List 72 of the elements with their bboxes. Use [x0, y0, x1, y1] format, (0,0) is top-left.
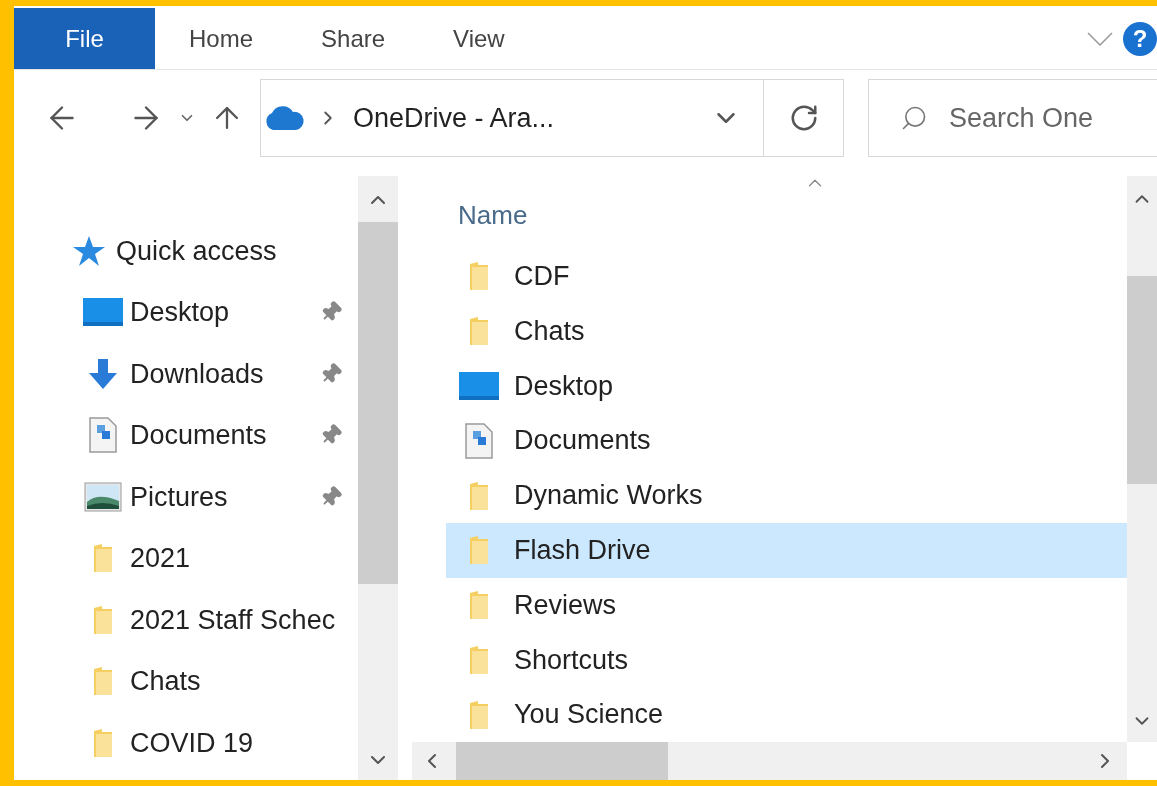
file-row[interactable]: Chats — [446, 303, 1127, 359]
document-icon — [88, 417, 118, 454]
down-arrow-icon — [86, 356, 120, 391]
file-row[interactable]: Shortcuts — [446, 632, 1127, 688]
file-name: Documents — [514, 424, 651, 458]
file-row[interactable]: You Science — [446, 687, 1127, 742]
folder-icon — [92, 666, 114, 697]
nav-item[interactable]: Pictures — [14, 466, 358, 528]
folder-icon — [468, 699, 490, 730]
file-name: Flash Drive — [514, 534, 651, 568]
help-button[interactable]: ? — [1123, 21, 1157, 56]
nav-item-label: COVID 19 — [130, 726, 254, 760]
ribbon-tab[interactable]: File — [14, 8, 155, 69]
file-name: You Science — [514, 698, 664, 732]
file-row[interactable]: Dynamic Works — [446, 468, 1127, 523]
file-row[interactable]: Flash Drive — [446, 522, 1127, 578]
nav-item-label: 2021 Staff Schec — [130, 603, 336, 637]
scrollbar[interactable] — [358, 176, 398, 780]
folder-icon — [468, 535, 490, 566]
nav-item-label: 2021 — [130, 542, 191, 575]
desktop-icon — [459, 371, 499, 400]
chevron-icon — [1087, 31, 1113, 46]
nav-item-label: Downloads — [130, 357, 264, 391]
document-icon — [464, 422, 494, 459]
scrollbar-thumb[interactable] — [1127, 276, 1157, 484]
file-name: CDF — [514, 260, 570, 294]
address-path: OneDrive - Ara... — [353, 101, 555, 135]
nav-item-label: Quick access — [116, 234, 277, 268]
search-icon — [900, 104, 928, 132]
cloud-icon — [263, 105, 305, 131]
folder-icon — [468, 590, 490, 621]
folder-icon — [468, 316, 490, 347]
nav-item-label: Desktop — [130, 296, 230, 329]
pictures-icon — [84, 481, 122, 512]
folder-icon — [92, 604, 114, 635]
ribbon-tab[interactable]: Share — [287, 8, 420, 69]
nav-item[interactable]: Desktop — [14, 281, 358, 343]
file-row[interactable]: Desktop — [446, 358, 1127, 414]
search-field[interactable]: Search One — [868, 79, 1157, 157]
nav-item[interactable]: COVID 19 — [14, 712, 358, 774]
address-field[interactable]: OneDrive - Ara... — [260, 79, 844, 157]
nav-item[interactable]: 2021 Staff Schec — [14, 589, 358, 651]
folder-icon — [468, 261, 490, 292]
file-name: Shortcuts — [514, 643, 629, 677]
ribbon-tab[interactable]: Home — [155, 8, 288, 69]
star-icon — [72, 234, 106, 267]
folder-icon — [92, 543, 114, 574]
nav-item[interactable]: Quick access — [14, 220, 358, 282]
horizontal-scrollbar[interactable] — [412, 742, 1127, 780]
file-row[interactable]: CDF — [446, 249, 1127, 304]
folder-icon — [92, 727, 114, 758]
ribbon-tab[interactable]: View — [419, 8, 539, 69]
file-row[interactable]: Reviews — [446, 577, 1127, 633]
file-row[interactable]: Documents — [446, 413, 1127, 469]
file-name: Reviews — [514, 588, 617, 622]
nav-item-label: Documents — [130, 419, 267, 452]
nav-item[interactable]: 2021 — [14, 527, 358, 589]
file-name: Desktop — [514, 369, 614, 403]
folder-icon — [468, 480, 490, 511]
desktop-icon — [83, 298, 123, 327]
scrollbar-thumb[interactable] — [456, 742, 668, 780]
file-name: Chats — [514, 314, 585, 348]
nav-item[interactable]: Downloads — [14, 343, 358, 405]
scrollbar-thumb[interactable] — [358, 222, 398, 584]
nav-item[interactable]: Chats — [14, 650, 358, 712]
folder-icon — [468, 644, 490, 675]
scrollbar[interactable] — [1127, 176, 1157, 742]
nav-item-label: Pictures — [130, 480, 228, 514]
column-header[interactable]: Name — [458, 196, 528, 235]
nav-item[interactable]: Documents — [14, 404, 358, 466]
file-name: Dynamic Works — [514, 479, 703, 513]
nav-item-label: Chats — [130, 665, 201, 698]
